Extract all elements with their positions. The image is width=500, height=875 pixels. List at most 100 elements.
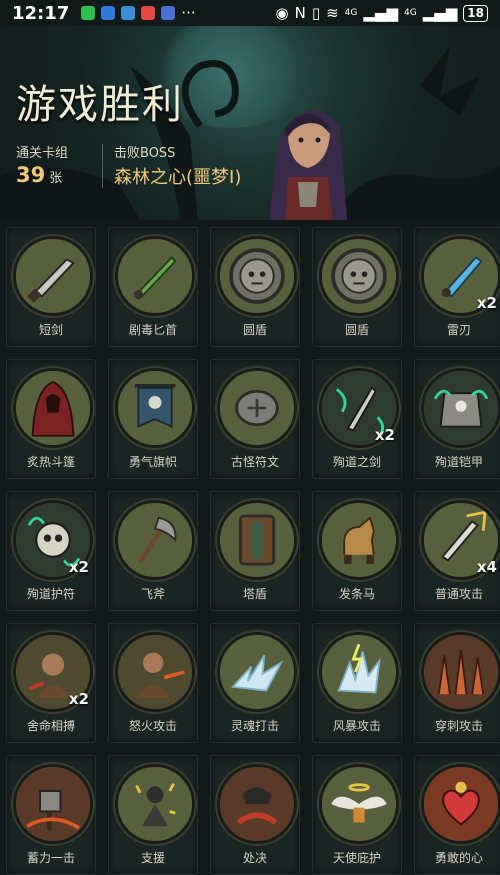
deck-card[interactable]: 勇气旗帜 [108,359,198,479]
deck-card[interactable]: x4 普通攻击 [414,491,500,611]
app-icon [121,6,136,20]
cleared-stat: 通关卡组 39 张 [16,142,68,187]
clockwork-horse-icon [319,500,399,580]
deck-card[interactable]: x2 殉道护符 [6,491,96,611]
martyr-armor-icon [421,368,500,448]
card-name: 雷刃 [446,323,471,337]
round-shield-icon [217,236,297,316]
card-name: 勇气旗帜 [128,455,177,469]
card-name: 殉道铠甲 [434,455,483,469]
pierce-attack-icon [421,632,500,712]
card-count: x4 [476,558,497,576]
brave-heart-icon [421,764,500,844]
card-count: x2 [476,294,497,312]
card-name: 天使庇护 [332,851,381,865]
card-name: 炙热斗篷 [26,455,75,469]
network-type: 4G [403,8,417,18]
cleared-unit: 张 [49,171,63,186]
clock: 12:17 [12,2,70,24]
network-type: 4G [344,8,358,18]
card-name: 短剑 [38,323,63,337]
deck-card[interactable]: 圆盾 [312,227,402,347]
deck-card[interactable]: 塔盾 [210,491,300,611]
deck-card[interactable]: x2 殉道之剑 [312,359,402,479]
victory-banner: 游戏胜利 通关卡组 39 张 击败BOSS 森林之心(噩梦I) [0,26,500,220]
deck-card-grid: 短剑 剧毒匕首 圆盾 圆盾 x2 雷刃 炙热斗篷 勇气旗帜 古怪符文 x2 殉道之剑 殉道铠甲 x2 殉道… [6,227,500,875]
card-count: x2 [68,690,89,708]
wifi-icon: ≋ [326,4,339,22]
card-name: 圆盾 [242,323,267,337]
deck-card[interactable]: 支援 [108,755,198,875]
storm-attack-icon [319,632,399,712]
nfc-icon: N [294,4,306,22]
deck-card[interactable]: 处决 [210,755,300,875]
rune-icon [217,368,297,448]
card-name: 舍命相搏 [26,719,75,733]
angel-shield-icon [319,764,399,844]
card-name: 圆盾 [344,323,369,337]
deck-card[interactable]: 天使庇护 [312,755,402,875]
card-name: 发条马 [338,587,375,601]
banner-icon [115,368,195,448]
round-shield-icon [319,236,399,316]
dagger-icon [13,236,93,316]
poison-dagger-icon [115,236,195,316]
card-name: 支援 [140,851,165,865]
app-icon [141,6,156,20]
page-title: 游戏胜利 [16,82,184,128]
deck-card[interactable]: 短剑 [6,227,96,347]
signal-icon: ▂▄▆ [363,4,398,22]
card-name: 殉道护符 [26,587,75,601]
deck-card[interactable]: x2 舍命相搏 [6,623,96,743]
charged-strike-icon [13,764,93,844]
battery-indicator: 18 [463,4,488,22]
deck-card[interactable]: 穿刺攻击 [414,623,500,743]
card-name: 蓄力一击 [26,851,75,865]
app-icon [161,6,176,20]
cloak-icon [13,368,93,448]
tower-shield-icon [217,500,297,580]
status-bar: 12:17 ··· ◉ N ▯ ≋ 4G ▂▄▆ 4G ▂▄▆ 18 [0,0,500,26]
deck-card[interactable]: 飞斧 [108,491,198,611]
deck-card[interactable]: 圆盾 [210,227,300,347]
rage-attack-icon [115,632,195,712]
deck-card[interactable]: 殉道铠甲 [414,359,500,479]
app-icon [101,6,116,20]
deck-card[interactable]: 剧毒匕首 [108,227,198,347]
more-icon: ··· [181,4,196,22]
divider [102,144,103,188]
deck-card[interactable]: x2 雷刃 [414,227,500,347]
card-name: 灵魂打击 [230,719,279,733]
deck-card[interactable]: 发条马 [312,491,402,611]
boss-name: 森林之心(噩梦I) [114,167,242,188]
card-name: 飞斧 [140,587,165,601]
card-name: 怒火攻击 [128,719,177,733]
deck-card[interactable]: 古怪符文 [210,359,300,479]
boss-label: 击败BOSS [114,146,176,161]
signal-icon: ▂▄▆ [422,4,458,22]
support-icon [115,764,195,844]
boss-stat: 击败BOSS 森林之心(噩梦I) [114,142,241,189]
deck-card[interactable]: 勇敢的心 [414,755,500,875]
cleared-label: 通关卡组 [16,146,69,161]
card-name: 塔盾 [242,587,267,601]
deck-card[interactable]: 炙热斗篷 [6,359,96,479]
card-name: 处决 [242,851,267,865]
card-name: 风暴攻击 [332,719,381,733]
card-count: x2 [68,558,89,576]
deck-card[interactable]: 灵魂打击 [210,623,300,743]
card-name: 剧毒匕首 [128,323,177,337]
eye-icon: ◉ [275,4,289,22]
card-name: 殉道之剑 [332,455,381,469]
axe-icon [115,500,195,580]
hero-character [269,110,348,220]
deck-card[interactable]: 怒火攻击 [108,623,198,743]
card-name: 普通攻击 [434,587,483,601]
cleared-count: 39 [16,163,46,187]
soul-strike-icon [217,632,297,712]
deck-card[interactable]: 风暴攻击 [312,623,402,743]
wechat-icon [81,6,96,20]
card-name: 古怪符文 [230,455,279,469]
card-name: 穿刺攻击 [434,719,483,733]
deck-card[interactable]: 蓄力一击 [6,755,96,875]
